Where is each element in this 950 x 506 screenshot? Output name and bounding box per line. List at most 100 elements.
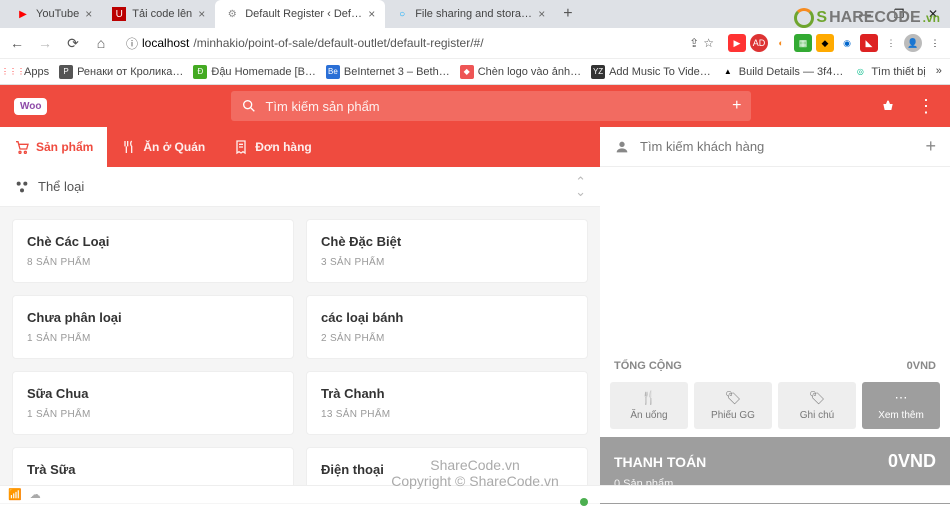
browser-tab-3[interactable]: ○ File sharing and storage made si… × — [385, 0, 555, 28]
bookmark-item[interactable]: YZAdd Music To Vide… — [591, 65, 711, 79]
card-title: Sữa Chua — [27, 386, 279, 401]
category-card[interactable]: Chưa phân loại1 SẢN PHẨM — [12, 295, 294, 359]
browser-chrome: ▶ YouTube × U Tải code lên × ⚙ Default R… — [0, 0, 950, 85]
receipt-icon — [233, 139, 249, 155]
customer-search[interactable]: + — [600, 127, 950, 167]
url-field[interactable]: ⓘ localhost/minhakio/point-of-sale/defau… — [118, 31, 722, 55]
action-more[interactable]: ⋯ Xem thêm — [862, 382, 940, 429]
add-customer-button[interactable]: + — [925, 136, 936, 157]
woo-logo[interactable]: Woo — [14, 98, 47, 115]
avatar-icon[interactable]: 👤 — [904, 34, 922, 52]
ext-icon[interactable]: ◉ — [838, 34, 856, 52]
product-search-input[interactable] — [265, 99, 724, 114]
more-menu-icon[interactable]: ⋮ — [916, 96, 936, 116]
share-icon[interactable]: ⇪ — [689, 36, 699, 50]
new-tab-button[interactable]: + — [555, 5, 580, 23]
bookmark-item[interactable]: ◆Chèn logo vào ảnh… — [460, 65, 581, 79]
bookmark-item[interactable]: BeBeInternet 3 – Beth… — [326, 65, 450, 79]
tab-orders[interactable]: Đơn hàng — [219, 127, 326, 167]
card-title: Trà Chanh — [321, 386, 573, 401]
close-window-button[interactable]: ✕ — [916, 2, 950, 26]
back-button[interactable]: ← — [6, 32, 28, 54]
total-row: TỔNG CỘNG 0VND — [600, 350, 950, 382]
product-search[interactable]: + — [231, 91, 751, 121]
restore-button[interactable]: ❐ — [882, 2, 916, 26]
action-dinein[interactable]: 🍴Ăn uống — [610, 382, 688, 429]
card-title: Chưa phân loại — [27, 310, 279, 325]
forward-button[interactable]: → — [34, 32, 56, 54]
reload-button[interactable]: ⟳ — [62, 32, 84, 54]
tab-dinein[interactable]: Ăn ở Quán — [107, 127, 219, 167]
close-tab-icon[interactable]: × — [198, 7, 205, 21]
category-card[interactable]: Chè Các Loại 8 SẢN PHẨM — [12, 219, 294, 283]
card-title: Chè Đặc Biệt — [321, 234, 573, 249]
ext-icon[interactable]: ▶ — [728, 34, 746, 52]
bm-label: Apps — [24, 66, 49, 78]
ext-icon[interactable]: ◐ — [772, 34, 790, 52]
tab-bar: ▶ YouTube × U Tải code lên × ⚙ Default R… — [0, 0, 950, 28]
category-card[interactable]: các loại bánh2 SẢN PHẨM — [306, 295, 588, 359]
wifi-icon: 📶 — [8, 488, 22, 501]
checkout-amount: 0VND — [888, 451, 936, 472]
more-icon: ⋯ — [895, 390, 908, 406]
customer-search-input[interactable] — [640, 139, 915, 154]
ext-adblock-icon[interactable]: AD — [750, 34, 768, 52]
tab-title: YouTube — [36, 8, 79, 20]
card-count: 3 SẢN PHẨM — [321, 257, 573, 268]
bookmark-item[interactable]: ◎Tìm thiết bị — [853, 65, 925, 79]
home-button[interactable]: ⌂ — [90, 32, 112, 54]
close-tab-icon[interactable]: × — [85, 7, 92, 21]
tab-title: Default Register ‹ Default Outlet — [245, 8, 362, 20]
nav-row: Sản phẩm Ăn ở Quán Đơn hàng + — [0, 127, 950, 167]
bookmark-star-icon[interactable]: ☆ — [703, 36, 714, 50]
app-header: Woo + ⋮ — [0, 85, 950, 127]
bookmark-item[interactable]: PРенаки от Кролика… — [59, 65, 183, 79]
action-label: Phiếu GG — [711, 410, 755, 421]
action-coupon[interactable]: 🏷 Phiếu GG — [694, 382, 772, 429]
minimize-button[interactable]: — — [848, 2, 882, 26]
browser-tab-2[interactable]: ⚙ Default Register ‹ Default Outlet × — [215, 0, 385, 28]
ext-icon[interactable]: ◆ — [816, 34, 834, 52]
card-count: 8 SẢN PHẨM — [27, 257, 279, 268]
action-label: Xem thêm — [878, 410, 924, 421]
close-tab-icon[interactable]: × — [538, 7, 545, 21]
app-body: Thể loại ⌃⌄ Chè Các Loại 8 SẢN PHẨM Chè Đ… — [0, 167, 950, 504]
address-bar: ← → ⟳ ⌂ ⓘ localhost/minhakio/point-of-sa… — [0, 28, 950, 58]
tab-products[interactable]: Sản phẩm — [0, 127, 107, 167]
ext-icon[interactable]: ⋮ — [882, 34, 900, 52]
ext-icon[interactable]: ◣ — [860, 34, 878, 52]
apps-button[interactable]: ⋮⋮⋮Apps — [6, 65, 49, 79]
tag-icon: 🏷 — [725, 390, 742, 406]
category-header[interactable]: Thể loại ⌃⌄ — [0, 167, 600, 207]
tab-label: Đơn hàng — [255, 140, 312, 154]
sort-toggle-icon[interactable]: ⌃⌄ — [575, 177, 586, 195]
browser-tab-1[interactable]: U Tải code lên × — [102, 0, 215, 28]
action-note[interactable]: 🏷Ghi chú — [778, 382, 856, 429]
bookmark-item[interactable]: ▲Build Details — 3f4… — [721, 65, 844, 79]
window-controls: — ❐ ✕ — [848, 2, 950, 26]
add-product-button[interactable]: + — [732, 97, 741, 115]
basket-icon[interactable] — [878, 96, 898, 116]
products-panel: Thể loại ⌃⌄ Chè Các Loại 8 SẢN PHẨM Chè Đ… — [0, 167, 600, 504]
menu-icon[interactable]: ⋮ — [926, 34, 944, 52]
cart-icon — [14, 139, 30, 155]
status-bar: 📶 ☁ — [0, 485, 950, 503]
category-card[interactable]: Chè Đặc Biệt 3 SẢN PHẨM — [306, 219, 588, 283]
category-grid: Chè Các Loại 8 SẢN PHẨM Chè Đặc Biệt 3 SẢN… — [0, 207, 600, 504]
bm-label: Ренаки от Кролика… — [77, 66, 183, 78]
category-card[interactable]: Trà Chanh13 SẢN PHẨM — [306, 371, 588, 435]
bookmark-overflow[interactable]: » — [936, 65, 942, 79]
pos-app: Woo + ⋮ Sản phẩm Ăn ở Quán Đơn hàng — [0, 85, 950, 504]
action-label: Ghi chú — [800, 410, 834, 421]
card-title: Trà Sữa — [27, 462, 279, 477]
card-title: Chè Các Loại — [27, 234, 279, 249]
cart-panel: TỔNG CỘNG 0VND 🍴Ăn uống 🏷 Phiếu GG 🏷Ghi c… — [600, 167, 950, 504]
close-tab-icon[interactable]: × — [368, 7, 375, 21]
category-card[interactable]: Sữa Chua 1 SẢN PHẨM — [12, 371, 294, 435]
browser-tab-0[interactable]: ▶ YouTube × — [6, 0, 102, 28]
url-path: /minhakio/point-of-sale/default-outlet/d… — [193, 36, 483, 50]
card-count: 1 SẢN PHẨM — [27, 409, 279, 420]
card-title: các loại bánh — [321, 310, 573, 325]
ext-icon[interactable]: ▦ — [794, 34, 812, 52]
bookmark-item[interactable]: ĐĐậu Homemade [B… — [193, 65, 316, 79]
